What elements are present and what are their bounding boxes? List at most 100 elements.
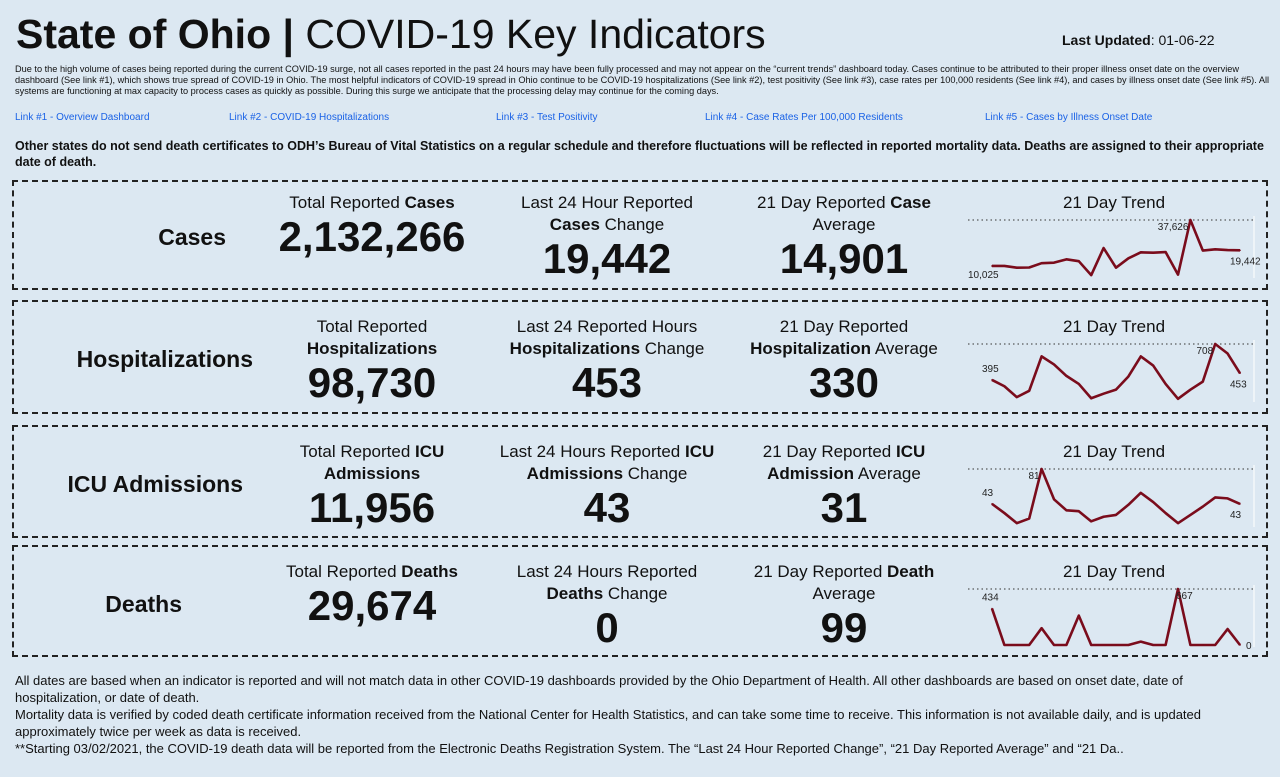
max-value-label: 708 [1197,346,1214,357]
metric-value: 99 [820,604,868,651]
title-dashboard: COVID-19 Key Indicators [305,11,766,57]
last-updated: Last Updated: 01-06-22 [1062,32,1215,48]
trend-point [1003,385,1006,388]
surge-notice: Due to the high volume of cases being re… [15,64,1270,97]
trend-point [991,503,993,505]
trend-point [1140,251,1142,254]
trend-point [1127,375,1130,378]
link-illness-onset[interactable]: Link #5 - Cases by Illness Onset Date [985,112,1152,123]
caption-text: Average [871,339,938,358]
trend-point [991,379,993,381]
row-label: Deaths [105,591,182,617]
last-value-label: 453 [1230,379,1247,390]
footer-note: All dates are based when an indicator is… [15,673,1183,705]
trend-point [1115,644,1117,646]
metric-caption: 21 Day Reported ICU Admission Average [734,441,954,485]
first-value-label: 43 [982,488,994,499]
trend-point [1003,512,1006,514]
metric-change: Last 24 Hour Reported Cases Change 19,442 [495,192,720,282]
trend-point [1214,248,1216,251]
last-value-label: 19,442 [1230,256,1261,267]
trend-point [1189,644,1192,646]
metric-caption: 21 Day Reported Death Average [734,561,954,605]
trend-point [1028,266,1030,269]
metric-caption: 21 Day Reported Hospitalization Average [734,316,954,360]
trend-point [1202,505,1204,508]
caption-bold: Deaths [546,584,604,603]
panel-deaths: Deaths Total Reported Deaths 29,674 Last 24… [12,545,1268,657]
trend-point [1226,249,1229,251]
caption-text: 21 Day Reported [753,562,887,581]
trend-point [1040,355,1043,358]
caption-text: Last 24 Hour Reported [521,193,693,212]
link-overview-dashboard[interactable]: Link #1 - Overview Dashboard [15,112,150,123]
trend-point [1152,364,1154,367]
trend-point [1164,512,1167,514]
trend-point [1090,274,1092,276]
trend-point [1239,249,1241,252]
footer-notes: All dates are based when an indicator is… [15,672,1270,757]
metric-average: 21 Day Reported Hospitalization Average 3… [734,316,954,406]
trend-point [1016,396,1018,398]
trend-point [1003,644,1006,646]
metric-caption: 21 Day Reported Case Average [734,192,954,236]
last-updated-label: Last Updated [1062,32,1151,48]
trend-point [1214,496,1216,499]
trend-point [1053,498,1055,501]
trend-point [1164,251,1167,253]
caption-text: 21 Day Reported [762,442,896,461]
caption-text: Total Reported [299,442,415,461]
trend-point [1040,262,1043,264]
panel-cases: Cases Total Reported Cases 2,132,266 Last 2… [12,180,1268,290]
trend-point [1127,644,1130,646]
metric-value: 453 [571,359,643,406]
trend-point [1028,644,1030,646]
trend-point [1239,372,1241,375]
metric-total: Total Reported Cases 2,132,266 [272,192,472,260]
trend-chart: 21 Day Trend 10,025 37,626 19,442 [964,192,1264,280]
caption-text: Total Reported [316,317,428,336]
metric-average: 21 Day Reported Case Average 14,901 [734,192,954,282]
metric-value: 11,956 [308,484,436,531]
link-test-positivity[interactable]: Link #3 - Test Positivity [496,112,598,123]
caption-text: Average [854,464,921,483]
metric-caption: Total Reported Cases [272,192,472,214]
sparkline-svg: 10,025 37,626 19,442 [968,216,1261,280]
trend-point [1040,627,1043,630]
trend-title: 21 Day Trend [1062,562,1166,581]
row-label: ICU Admissions [67,471,243,497]
last-value-label: 43 [1230,510,1242,521]
caption-text: Total Reported [286,562,402,581]
trend-point [1214,644,1216,646]
trend-point [1226,497,1229,500]
metric-value: 31 [820,484,868,531]
trend-point [1202,380,1204,383]
trend-point [1053,363,1055,366]
trend-point [1177,273,1179,276]
first-value-label: 434 [982,593,999,604]
caption-text: Average [812,584,876,603]
trend-point [1189,388,1192,391]
caption-bold: Hospitalization [750,339,872,358]
trend-title: 21 Day Trend [1062,442,1166,461]
row-label: Cases [158,224,226,250]
trend-point [1177,588,1179,590]
trend-point [1102,247,1105,249]
trend-point [1239,644,1241,646]
trend-point [1053,644,1055,646]
link-case-rates[interactable]: Link #4 - Case Rates Per 100,000 Residen… [705,112,903,123]
metric-change: Last 24 Hours Reported ICU Admissions Ch… [495,441,720,531]
metric-caption: Last 24 Hour Reported Cases Change [495,192,720,236]
metric-total: Total Reported Hospitalizations 98,730 [272,316,472,406]
trend-point [1152,251,1154,254]
link-hospitalizations[interactable]: Link #2 - COVID-19 Hospitalizations [229,112,389,123]
first-value-label: 395 [982,364,999,375]
trend-point [1065,644,1068,646]
trend-point [1152,644,1154,646]
last-value-label: 0 [1246,641,1252,649]
trend-chart: 21 Day Trend 434 667 0 [964,561,1264,649]
caption-text: Last 24 Hours Reported [499,442,685,461]
metric-average: 21 Day Reported Death Average 99 [734,561,954,651]
death-certificate-note: Other states do not send death certifica… [15,139,1264,169]
caption-text: Last 24 Hours Reported [516,562,698,581]
